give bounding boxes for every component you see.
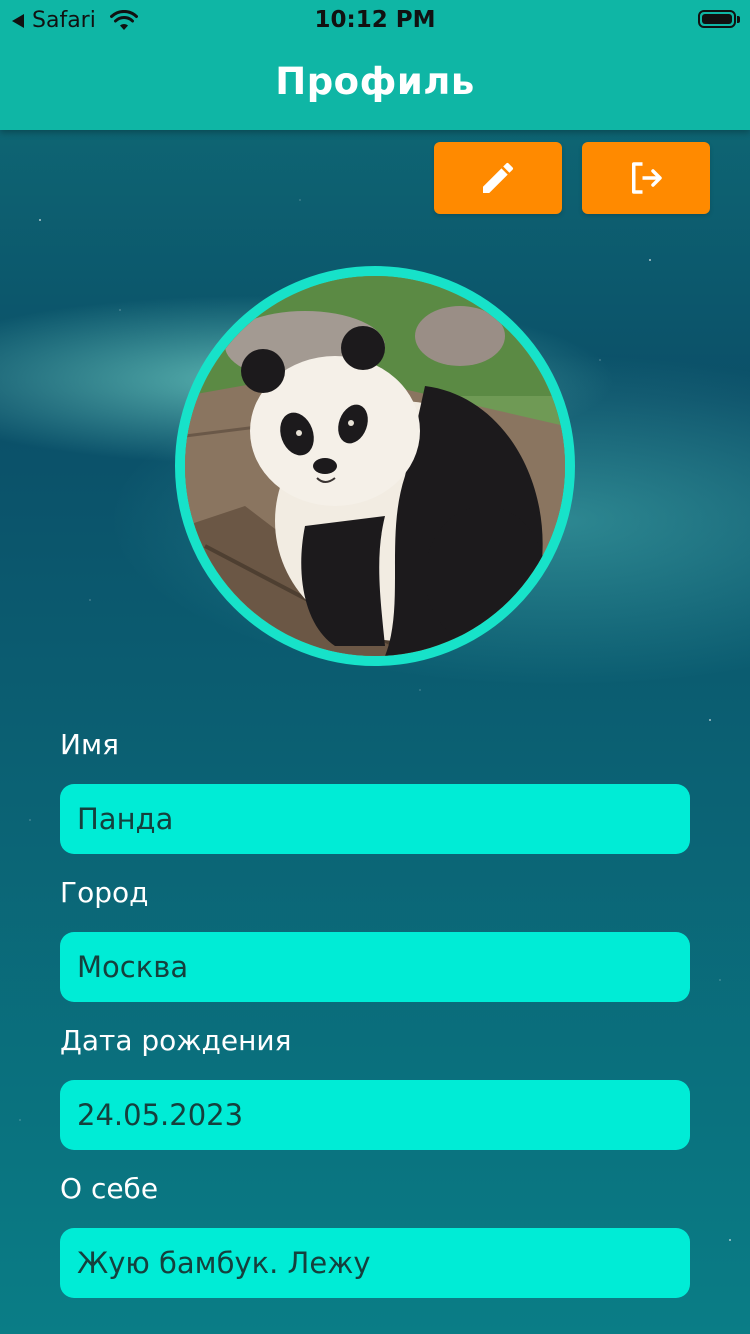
logout-icon: [632, 162, 662, 194]
page-title: Профиль: [275, 60, 475, 103]
battery-icon: [698, 10, 740, 28]
about-field[interactable]: Жую бамбук. Лежу: [60, 1228, 690, 1298]
birthdate-label: Дата рождения: [60, 1024, 292, 1057]
avatar[interactable]: [175, 266, 575, 666]
name-field[interactable]: Панда: [60, 784, 690, 854]
pencil-icon: [483, 162, 514, 193]
status-bar: Safari 10:12 PM: [0, 0, 750, 40]
status-time: 10:12 PM: [314, 7, 436, 33]
profile-screen: Профиль Safari 10:12 PM Имя Панда Город …: [0, 0, 750, 1334]
name-label: Имя: [60, 728, 119, 761]
birthdate-field[interactable]: 24.05.2023: [60, 1080, 690, 1150]
logout-button[interactable]: [582, 142, 710, 214]
panda-photo: [185, 276, 565, 656]
city-field[interactable]: Москва: [60, 932, 690, 1002]
city-label: Город: [60, 876, 149, 909]
edit-profile-button[interactable]: [434, 142, 562, 214]
about-label: О себе: [60, 1172, 159, 1205]
